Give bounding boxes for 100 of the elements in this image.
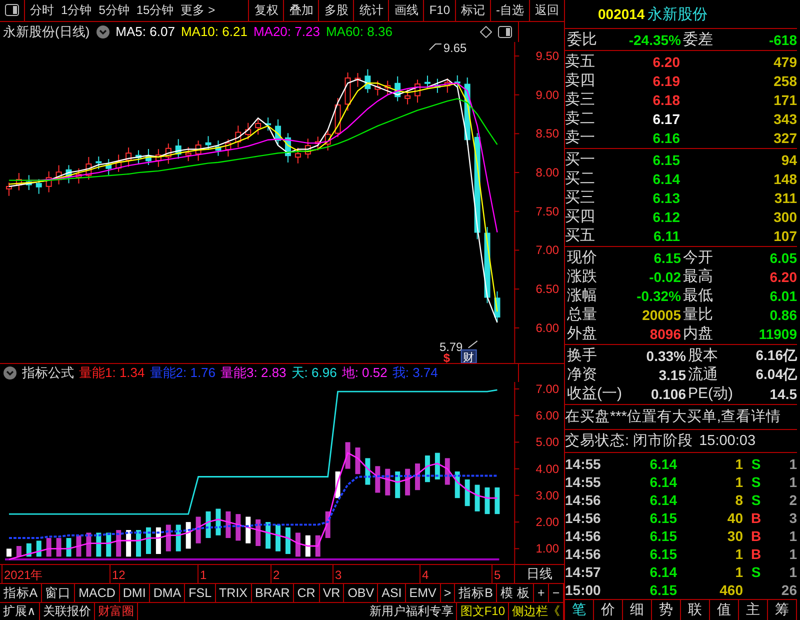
side-tab[interactable]: 笔 xyxy=(565,600,594,620)
candlestick xyxy=(424,75,430,88)
indicator-tab[interactable]: − xyxy=(549,584,564,602)
candlestick xyxy=(275,118,281,146)
side-tab[interactable]: 主 xyxy=(739,600,768,620)
indicator-tab[interactable]: + xyxy=(534,584,550,602)
candlestick xyxy=(394,76,401,102)
axis-label: 7.00 xyxy=(536,243,560,258)
trade-volume: 1 xyxy=(734,456,743,472)
bottom-bar-button[interactable]: 侧边栏《 xyxy=(509,602,564,620)
field-value: 6.01 xyxy=(768,288,797,304)
stock-code: 002014 xyxy=(598,6,645,22)
indicator-tab[interactable]: MACD xyxy=(75,584,120,602)
news-marker[interactable]: 财 xyxy=(460,349,477,363)
axis-label: 9.50 xyxy=(536,48,560,63)
notice-link[interactable]: 在买盘***位置有大买单,查看详情 xyxy=(565,409,781,425)
indicator-tab[interactable]: DMI xyxy=(120,584,150,602)
indicator-tab[interactable]: > xyxy=(440,584,456,602)
field-label: 收益(一) xyxy=(566,384,622,403)
side-tab[interactable]: 联 xyxy=(681,600,710,620)
trading-status: 交易状态: 闭市阶段 xyxy=(565,432,694,451)
candlestick xyxy=(155,148,162,168)
trade-volume: 1 xyxy=(734,564,743,580)
side-tab[interactable]: 价 xyxy=(594,600,623,620)
date-label: 12 xyxy=(112,568,126,582)
period-tab[interactable]: 1分钟 xyxy=(61,2,92,19)
bottom-bar-button[interactable]: 关联报价 xyxy=(40,602,95,620)
field-label: 最高 xyxy=(682,267,713,286)
candlestick xyxy=(215,140,222,156)
period-tab[interactable]: 15分钟 xyxy=(136,2,174,19)
field-label: 最低 xyxy=(682,286,713,305)
indicator-tab[interactable]: ASI xyxy=(378,584,406,602)
order-volume: 171 xyxy=(772,92,797,108)
axis-label: 2.00 xyxy=(536,514,559,529)
indicator-value: 我: 3.74 xyxy=(392,364,438,382)
order-price: 6.13 xyxy=(652,190,680,206)
bottom-bar-button[interactable]: 财富圈 xyxy=(94,602,138,620)
moving-average-label: MA10: 6.21 xyxy=(180,24,248,40)
toolbar-button[interactable]: 画线 xyxy=(388,0,424,21)
axis-label: 9.00 xyxy=(536,88,560,102)
toolbar-button[interactable]: 统计 xyxy=(353,0,388,21)
bottom-bar-button[interactable]: 图文F10 xyxy=(457,602,509,620)
order-level-label: 买一 xyxy=(565,150,596,169)
toolbar-button[interactable]: -自选 xyxy=(490,0,529,21)
candlestick xyxy=(255,118,262,135)
chevron-down-icon[interactable] xyxy=(3,366,17,380)
indicator-tab[interactable]: VR xyxy=(320,584,344,602)
indicator-tab[interactable]: FSL xyxy=(185,584,216,602)
axis-label: 8.00 xyxy=(536,165,560,180)
indicator-tab[interactable]: EMV xyxy=(406,584,441,602)
axis-label: 4.00 xyxy=(536,461,559,476)
trade-volume: 1 xyxy=(734,474,743,490)
toolbar-button[interactable]: F10 xyxy=(423,0,455,21)
side-tab[interactable]: 值 xyxy=(710,600,739,620)
chevron-down-icon[interactable] xyxy=(96,24,110,39)
panel-toggle-icon[interactable] xyxy=(5,4,19,16)
candlestick xyxy=(314,136,321,151)
indicator-tab[interactable]: 指标B xyxy=(455,584,498,602)
indicator-tab[interactable]: OBV xyxy=(344,584,378,602)
period-tab[interactable]: 更多 > xyxy=(180,2,216,19)
toolbar-button[interactable]: 多股 xyxy=(318,0,354,21)
period-tab[interactable]: 分时 xyxy=(30,2,54,19)
indicator-tab[interactable]: 指标A xyxy=(0,584,42,602)
trade-side: S xyxy=(750,456,762,472)
candlestick xyxy=(16,172,22,191)
toolbar-button[interactable]: 复权 xyxy=(248,0,284,21)
toolbar-button[interactable]: 叠加 xyxy=(283,0,318,21)
trade-side: B xyxy=(750,528,762,544)
trade-side: S xyxy=(750,564,762,580)
field-label: 委比 xyxy=(566,30,597,49)
order-price: 6.16 xyxy=(652,130,680,146)
indicator-tab[interactable]: 窗口 xyxy=(42,584,76,602)
diamond-icon[interactable] xyxy=(480,26,492,38)
toolbar-button[interactable]: 返回 xyxy=(529,0,564,21)
axis-label: 1.00 xyxy=(536,541,559,556)
side-tab[interactable]: 势 xyxy=(652,600,681,620)
toolbar-button[interactable]: 标记 xyxy=(455,0,490,21)
bottom-bar-button[interactable]: 扩展∧ xyxy=(0,602,40,620)
order-volume: 107 xyxy=(772,228,797,244)
candlestick xyxy=(334,97,341,138)
order-level-label: 卖五 xyxy=(565,52,596,71)
side-tab[interactable]: 筹 xyxy=(768,600,797,620)
panel-toggle-icon[interactable] xyxy=(498,26,512,38)
side-tab[interactable]: 细 xyxy=(623,600,652,620)
order-price: 6.12 xyxy=(652,208,680,224)
trade-time: 14:56 xyxy=(565,546,602,562)
trade-count: 1 xyxy=(788,546,797,562)
field-value: -24.35% xyxy=(628,32,681,48)
trade-time: 14:56 xyxy=(565,528,602,544)
order-price: 6.11 xyxy=(652,228,680,244)
indicator-tab[interactable]: BRAR xyxy=(252,584,294,602)
indicator-tab[interactable]: DMA xyxy=(150,584,186,602)
indicator-tab[interactable]: 模 板 xyxy=(497,584,534,602)
candlestick xyxy=(265,116,272,131)
axis-label: 6.00 xyxy=(536,408,559,422)
bottom-bar-button[interactable]: 新用户福利专享 xyxy=(366,602,458,620)
period-tab[interactable]: 5分钟 xyxy=(98,2,130,19)
candlestick xyxy=(444,78,450,94)
indicator-tab[interactable]: CR xyxy=(294,584,320,602)
indicator-tab[interactable]: TRIX xyxy=(216,584,252,602)
